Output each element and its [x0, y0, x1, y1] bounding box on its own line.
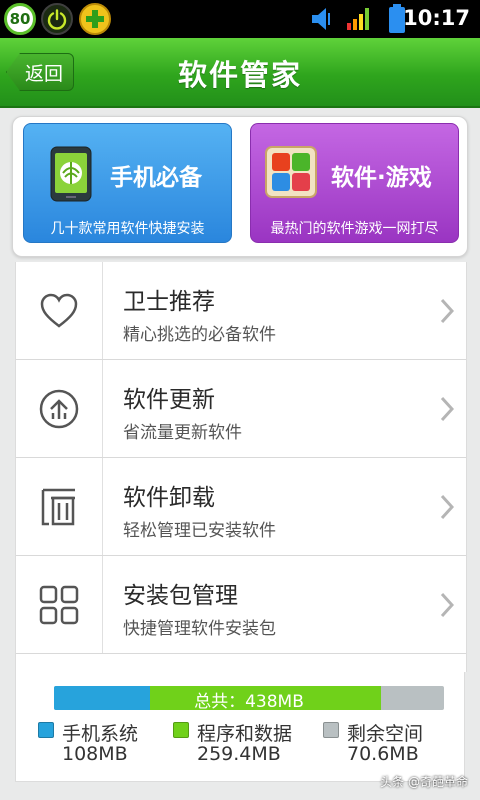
apps-games-card-title: 软件·游戏	[331, 165, 432, 191]
heart-icon	[40, 293, 78, 328]
chevron-right-icon	[440, 494, 454, 520]
storage-usage-bar: 总共：438MB	[54, 686, 444, 710]
title-bar: 返回 软件管家	[0, 38, 480, 108]
legend-name: 剩余空间	[347, 723, 424, 745]
apps-games-card-subtitle: 最热门的软件游戏一网打尽	[270, 221, 439, 237]
volume-icon	[312, 8, 330, 30]
chevron-right-icon	[440, 396, 454, 422]
list-item-packages[interactable]: 安装包管理 快捷管理软件安装包	[16, 556, 466, 654]
watermark: 头条 @奇葩革命	[380, 775, 468, 789]
storage-summary: 总共：438MB 手机系统 108MB 程序和数据 259.4MB 剩余空间 7…	[15, 672, 465, 782]
phone-essentials-icon	[50, 146, 92, 202]
plus-icon	[79, 3, 111, 35]
trash-icon	[41, 488, 75, 525]
signal-icon	[347, 8, 369, 30]
feature-list: 卫士推荐 精心挑选的必备软件 软件更新 省流量更新软件 软件卸载 轻松管理已安装…	[15, 262, 467, 672]
list-item-subtitle: 轻松管理已安装软件	[123, 521, 276, 541]
power-icon	[41, 3, 73, 35]
security-score-badge: 80	[4, 3, 36, 35]
legend-value: 108MB	[62, 743, 128, 765]
clock-time: 10:17	[403, 6, 470, 30]
list-item-title: 软件更新	[123, 387, 215, 413]
status-bar: 80 10:17	[0, 0, 480, 38]
storage-total-label: 总共：438MB	[194, 692, 304, 710]
list-item-subtitle: 省流量更新软件	[123, 423, 242, 443]
apps-games-card[interactable]: 软件·游戏 最热门的软件游戏一网打尽	[250, 123, 459, 243]
list-item-update[interactable]: 软件更新 省流量更新软件	[16, 360, 466, 458]
legend-value: 259.4MB	[197, 743, 281, 765]
list-item-subtitle: 快捷管理软件安装包	[123, 619, 276, 639]
list-item-title: 安装包管理	[123, 583, 238, 609]
legend-name: 程序和数据	[197, 723, 293, 745]
list-item-uninstall[interactable]: 软件卸载 轻松管理已安装软件	[16, 458, 466, 556]
list-item-recommend[interactable]: 卫士推荐 精心挑选的必备软件	[16, 262, 466, 360]
list-item-title: 软件卸载	[123, 485, 215, 511]
page-title: 软件管家	[177, 58, 302, 92]
essentials-card-title: 手机必备	[110, 165, 202, 191]
legend-name: 手机系统	[62, 723, 139, 745]
chevron-right-icon	[440, 592, 454, 618]
legend-swatch	[173, 722, 189, 738]
apps-games-icon	[265, 146, 317, 198]
legend-swatch	[38, 722, 54, 738]
essentials-card[interactable]: 手机必备 几十款常用软件快捷安装	[23, 123, 232, 243]
list-item-title: 卫士推荐	[123, 289, 215, 315]
list-item-subtitle: 精心挑选的必备软件	[123, 325, 276, 345]
chevron-right-icon	[440, 298, 454, 324]
legend-swatch	[323, 722, 339, 738]
legend-value: 70.6MB	[347, 743, 419, 765]
grid-icon	[39, 585, 79, 624]
essentials-card-subtitle: 几十款常用软件快捷安装	[50, 221, 205, 237]
update-icon	[39, 389, 79, 428]
feature-cards-panel: 手机必备 几十款常用软件快捷安装 软件·游戏 最热门的软件游戏一网打尽	[12, 116, 468, 257]
